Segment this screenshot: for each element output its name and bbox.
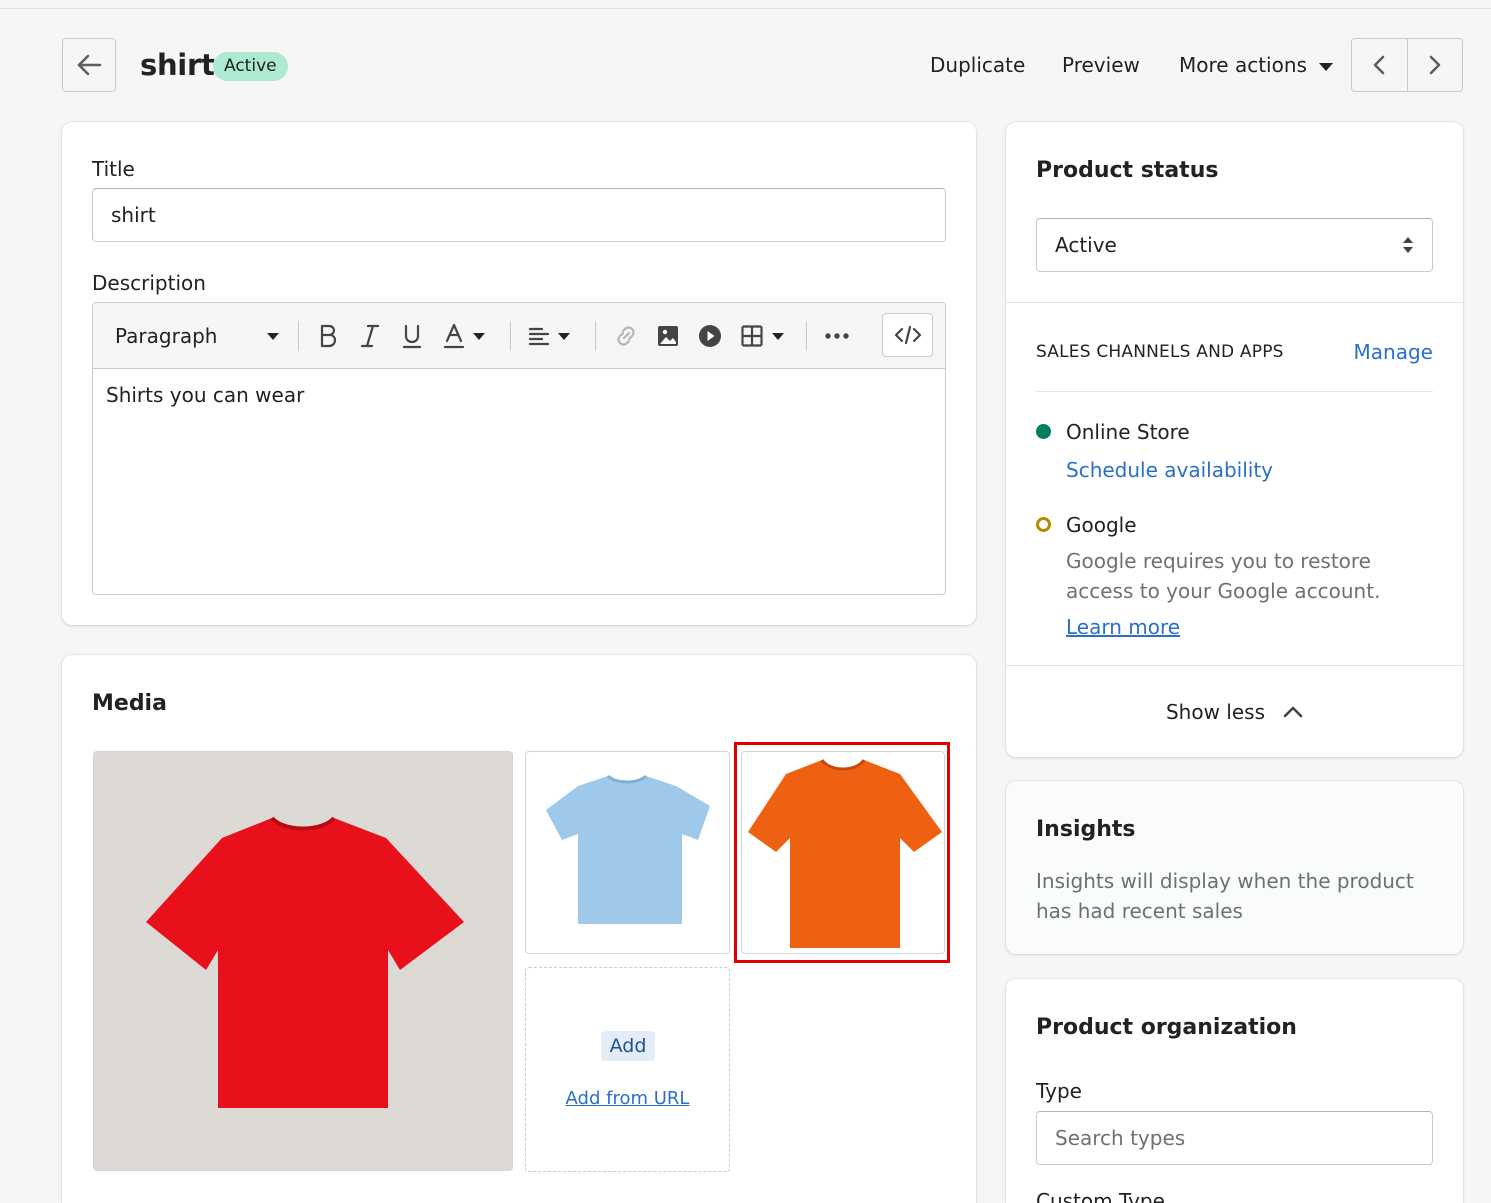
- toolbar-divider: [595, 321, 596, 351]
- toolbar-divider: [510, 321, 511, 351]
- back-button[interactable]: [62, 38, 116, 92]
- status-select[interactable]: Active: [1036, 218, 1433, 272]
- description-editor: Paragraph Shirts you can wear: [92, 302, 946, 595]
- arrow-left-icon: [77, 54, 102, 76]
- insights-text-line-2: has had recent sales: [1036, 899, 1243, 923]
- page-title: shirt: [140, 48, 215, 82]
- product-organization-title: Product organization: [1036, 1015, 1297, 1040]
- product-pager: [1351, 38, 1463, 92]
- text-color-icon: [443, 323, 465, 349]
- red-tshirt-image: [94, 752, 512, 1170]
- caret-down-icon: [1318, 62, 1333, 71]
- insights-text-line-1: Insights will display when the product: [1036, 869, 1414, 893]
- underline-button[interactable]: [401, 303, 423, 369]
- insert-image-button[interactable]: [656, 303, 680, 369]
- add-from-url-link[interactable]: Add from URL: [526, 1088, 729, 1109]
- caret-down-icon: [772, 332, 784, 340]
- product-status-title: Product status: [1036, 158, 1219, 183]
- chevron-right-icon: [1429, 55, 1441, 75]
- toolbar-divider: [298, 321, 299, 351]
- italic-icon: [360, 324, 380, 348]
- more-actions-label: More actions: [1179, 53, 1307, 77]
- selected-media-highlight: [734, 742, 950, 963]
- underline-icon: [402, 324, 422, 349]
- type-search-input[interactable]: Search types: [1036, 1111, 1433, 1165]
- status-select-value: Active: [1055, 233, 1117, 257]
- caret-down-icon: [558, 332, 570, 340]
- image-icon: [658, 326, 678, 346]
- status-badge: Active: [213, 52, 288, 81]
- paragraph-select[interactable]: Paragraph: [115, 303, 279, 369]
- description-text-area[interactable]: Shirts you can wear: [93, 369, 945, 421]
- link-icon: [617, 326, 635, 346]
- title-label: Title: [92, 157, 135, 181]
- bold-icon: [320, 324, 337, 348]
- insights-title: Insights: [1036, 817, 1136, 842]
- caret-down-icon: [267, 332, 279, 340]
- chevron-left-icon: [1373, 55, 1385, 75]
- chevron-up-icon: [1283, 706, 1303, 718]
- schedule-availability-link[interactable]: Schedule availability: [1066, 458, 1273, 482]
- link-button[interactable]: [614, 303, 638, 369]
- media-card: Media Add Add from URL: [62, 655, 976, 1203]
- media-dropzone[interactable]: Add Add from URL: [525, 967, 730, 1172]
- caret-down-icon: [473, 332, 485, 340]
- top-bar: [0, 0, 1491, 9]
- online-store-label: Online Store: [1066, 420, 1190, 444]
- google-description-line-1: Google requires you to restore: [1066, 549, 1371, 573]
- online-status-dot: [1036, 424, 1051, 439]
- divider: [1036, 391, 1433, 392]
- more-horizontal-icon: [825, 333, 849, 339]
- text-color-button[interactable]: [443, 303, 485, 369]
- title-description-card: Title shirt Description Paragraph Shirts…: [62, 122, 976, 625]
- google-description-line-2: access to your Google account.: [1066, 579, 1381, 603]
- media-title: Media: [92, 691, 167, 716]
- table-icon: [741, 325, 763, 347]
- add-media-button[interactable]: Add: [601, 1031, 655, 1061]
- title-input[interactable]: shirt: [92, 188, 946, 242]
- blue-tshirt-image: [546, 774, 710, 924]
- more-actions-button[interactable]: More actions: [1179, 53, 1333, 77]
- italic-button[interactable]: [359, 303, 381, 369]
- show-less-label: Show less: [1165, 700, 1266, 724]
- insert-table-button[interactable]: [740, 303, 784, 369]
- learn-more-link[interactable]: Learn more: [1066, 615, 1180, 639]
- insert-video-button[interactable]: [698, 303, 722, 369]
- select-arrows-icon: [1403, 237, 1413, 253]
- align-left-icon: [528, 327, 550, 346]
- divider: [1006, 665, 1463, 666]
- type-label: Type: [1036, 1079, 1082, 1103]
- code-icon: [894, 325, 921, 345]
- align-button[interactable]: [528, 303, 570, 369]
- bold-button[interactable]: [317, 303, 339, 369]
- custom-type-label: Custom Type: [1036, 1189, 1165, 1203]
- manage-channels-link[interactable]: Manage: [1354, 340, 1433, 364]
- preview-button[interactable]: Preview: [1062, 53, 1140, 77]
- pending-status-dot: [1036, 517, 1051, 532]
- show-less-button[interactable]: Show less: [1006, 700, 1463, 724]
- product-organization-card: Product organization Type Search types C…: [1006, 979, 1463, 1203]
- media-item-main[interactable]: [93, 751, 513, 1171]
- sales-channels-heading: SALES CHANNELS AND APPS: [1036, 342, 1284, 362]
- previous-product-button[interactable]: [1352, 39, 1408, 91]
- duplicate-button[interactable]: Duplicate: [930, 53, 1025, 77]
- divider: [1006, 302, 1463, 303]
- google-label: Google: [1066, 513, 1137, 537]
- more-formatting-button[interactable]: [824, 303, 850, 369]
- media-item-blue[interactable]: [525, 751, 730, 954]
- show-html-button[interactable]: [882, 313, 933, 357]
- product-status-card: Product status Active SALES CHANNELS AND…: [1006, 122, 1463, 757]
- next-product-button[interactable]: [1408, 39, 1463, 91]
- play-circle-icon: [699, 325, 721, 347]
- editor-toolbar: Paragraph: [93, 303, 945, 369]
- description-label: Description: [92, 271, 206, 295]
- insights-card: Insights Insights will display when the …: [1006, 781, 1463, 954]
- paragraph-select-label: Paragraph: [115, 324, 218, 348]
- toolbar-divider: [806, 321, 807, 351]
